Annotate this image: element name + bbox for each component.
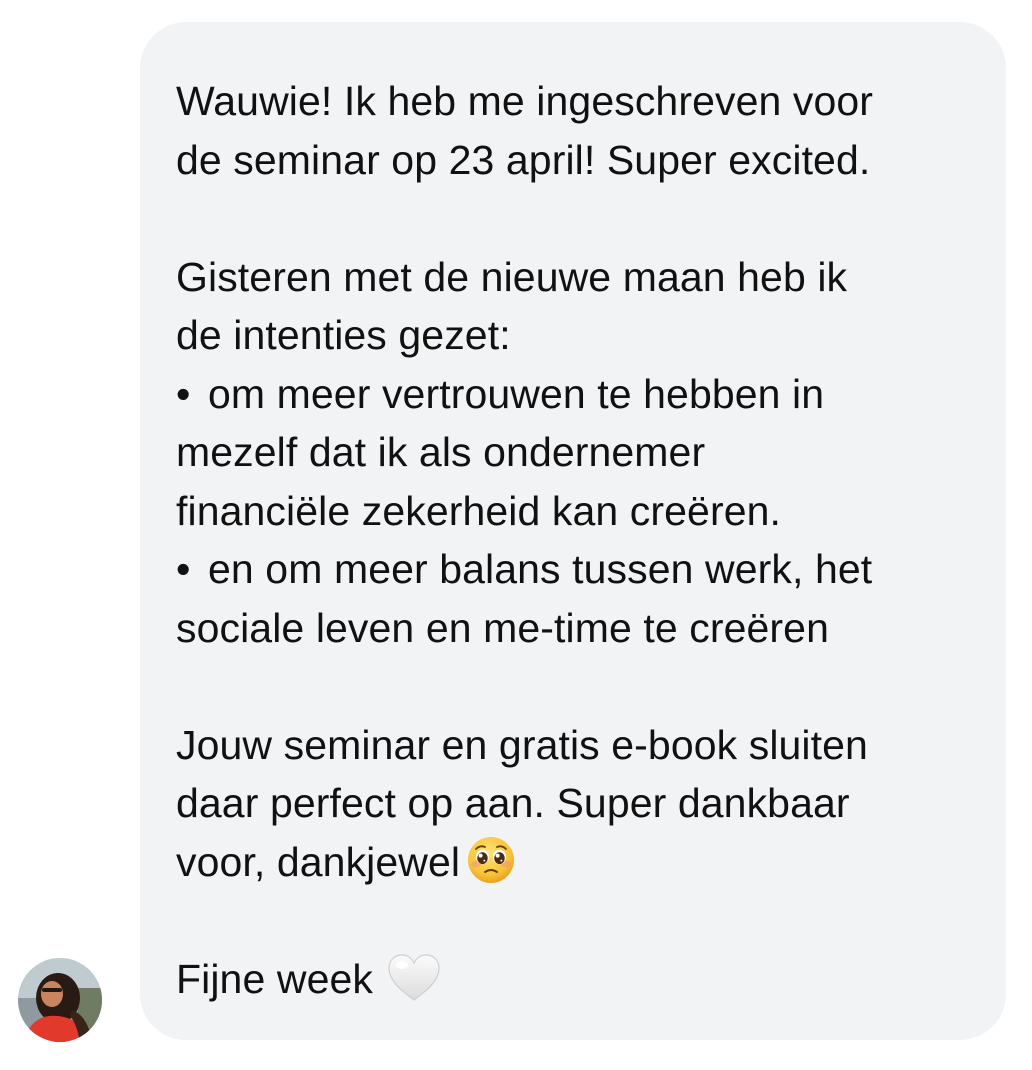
message-line: Wauwie! Ik heb me ingeschreven voor bbox=[176, 78, 874, 124]
bullet-text: om meer vertrouwen te hebben in bbox=[208, 370, 825, 417]
bullet-dot: • bbox=[176, 546, 191, 592]
message-paragraph-3: Jouw seminar en gratis e-book sluiten da… bbox=[176, 716, 970, 892]
bullet-dot: • bbox=[176, 370, 191, 417]
pleading-face-icon bbox=[466, 835, 516, 885]
message-text: Fijne week bbox=[176, 955, 373, 1002]
message-line: financiële zekerheid kan creëren. bbox=[176, 487, 781, 534]
message-paragraph-2: Gisteren met de nieuwe maan heb ik de in… bbox=[176, 248, 970, 658]
message-line: de intenties gezet: bbox=[176, 312, 511, 358]
message-line: sociale leven en me-time te creëren bbox=[176, 604, 829, 651]
message-text: voor, dankjewel bbox=[176, 838, 461, 885]
bullet-text: en om meer balans tussen werk, het bbox=[208, 546, 873, 592]
avatar[interactable] bbox=[18, 958, 102, 1042]
message-line-with-emoji: voor, dankjewel bbox=[176, 833, 970, 892]
bullet-item-1: • om meer vertrouwen te hebben in bbox=[176, 365, 970, 424]
message-paragraph-4: Fijne week bbox=[176, 950, 970, 1009]
message-line: de seminar op 23 april! Super excited. bbox=[176, 136, 871, 183]
bullet-item-2: • en om meer balans tussen werk, het bbox=[176, 540, 970, 599]
message-bubble[interactable]: Wauwie! Ik heb me ingeschreven voor de s… bbox=[140, 22, 1006, 1040]
message-line: mezelf dat ik als ondernemer bbox=[176, 429, 706, 475]
message-line: daar perfect op aan. Super dankbaar bbox=[176, 780, 850, 826]
message-line: Jouw seminar en gratis e-book sluiten bbox=[176, 721, 868, 768]
message-paragraph-1: Wauwie! Ik heb me ingeschreven voor de s… bbox=[176, 72, 970, 189]
white-heart-icon bbox=[387, 953, 441, 1003]
message-line: Gisteren met de nieuwe maan heb ik bbox=[176, 253, 848, 300]
message-line-with-emoji: Fijne week bbox=[176, 950, 970, 1009]
message-thread: Wauwie! Ik heb me ingeschreven voor de s… bbox=[0, 0, 1032, 1070]
